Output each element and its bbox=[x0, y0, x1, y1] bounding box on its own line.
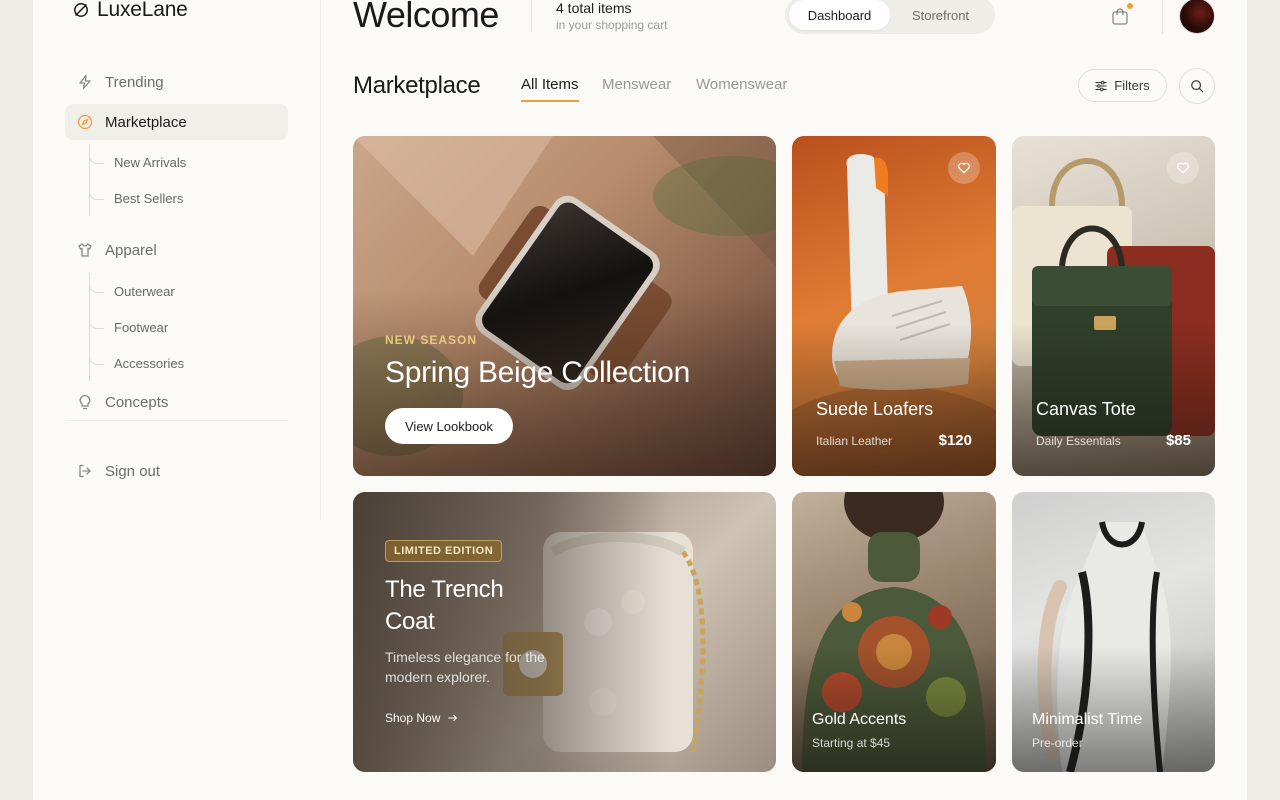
logo[interactable]: LuxeLane bbox=[73, 0, 188, 22]
shopping-bag-icon bbox=[1112, 8, 1128, 25]
feature-description-line1: Timeless elegance for the bbox=[385, 649, 545, 665]
hero-title: Spring Beige Collection bbox=[385, 356, 690, 389]
sidebar-subitem-accessories[interactable]: Accessories bbox=[90, 345, 184, 381]
search-button[interactable] bbox=[1179, 68, 1215, 104]
feature-card-trench-coat[interactable]: LIMITED EDITION The Trench Coat Timeless… bbox=[353, 492, 776, 772]
favorite-button[interactable] bbox=[1167, 152, 1199, 184]
card-overlay bbox=[1012, 136, 1215, 476]
product-name: Minimalist Time bbox=[1032, 711, 1143, 728]
apparel-submenu: Outerwear Footwear Accessories bbox=[89, 273, 184, 381]
product-subtitle: Italian Leather bbox=[816, 434, 893, 448]
heart-icon bbox=[958, 162, 970, 174]
tab-menswear[interactable]: Menswear bbox=[602, 76, 671, 100]
sidebar-item-label: Marketplace bbox=[105, 113, 187, 131]
lightning-icon bbox=[79, 74, 91, 90]
hero-eyebrow: NEW SEASON bbox=[385, 333, 478, 347]
product-card-canvas-tote[interactable]: Canvas Tote Daily Essentials $85 bbox=[1012, 136, 1215, 476]
feature-title-line2: Coat bbox=[385, 608, 435, 635]
product-card-minimalist-time[interactable]: Minimalist Time Pre-order bbox=[1012, 492, 1215, 772]
cart-count: 4 total items bbox=[556, 0, 632, 16]
sidebar-item-label: Concepts bbox=[105, 393, 169, 411]
sidebar-subitem-new-arrivals[interactable]: New Arrivals bbox=[90, 144, 186, 180]
sidebar-subitem-footwear[interactable]: Footwear bbox=[90, 309, 184, 345]
sidebar-divider bbox=[65, 420, 288, 421]
product-price: $120 bbox=[938, 432, 972, 449]
tab-womenswear[interactable]: Womenswear bbox=[696, 76, 787, 100]
marketplace-submenu: New Arrivals Best Sellers bbox=[89, 144, 186, 216]
limited-edition-badge: LIMITED EDITION bbox=[385, 540, 503, 562]
product-name: Gold Accents bbox=[812, 711, 907, 728]
compass-icon bbox=[77, 114, 93, 130]
sign-out-label: Sign out bbox=[105, 462, 161, 480]
product-card-gold-accents[interactable]: Gold Accents Starting at $45 bbox=[792, 492, 996, 772]
sidebar-item-marketplace[interactable]: Marketplace bbox=[65, 104, 288, 140]
sidebar-item-trending[interactable]: Trending bbox=[65, 64, 288, 100]
sign-out-button[interactable]: Sign out bbox=[65, 453, 288, 489]
card-overlay bbox=[792, 136, 996, 476]
sign-out-icon bbox=[79, 464, 91, 478]
avatar[interactable] bbox=[1179, 0, 1215, 34]
view-lookbook-button[interactable]: View Lookbook bbox=[385, 408, 513, 444]
sidebar-item-concepts[interactable]: Concepts bbox=[65, 384, 288, 420]
app-name: LuxeLane bbox=[97, 0, 188, 21]
tab-storefront[interactable]: Storefront bbox=[890, 0, 991, 30]
product-name: Canvas Tote bbox=[1036, 399, 1136, 419]
product-subtitle: Starting at $45 bbox=[812, 736, 891, 750]
lightbulb-icon bbox=[79, 395, 91, 410]
section-title: Marketplace bbox=[353, 72, 481, 99]
shop-now-link[interactable]: Shop Now bbox=[385, 711, 458, 725]
app-window: LuxeLane Trending Marketplace New Arriva… bbox=[33, 0, 1247, 800]
product-subtitle: Daily Essentials bbox=[1036, 434, 1121, 448]
cart-notification-dot bbox=[1127, 3, 1133, 9]
shirt-icon bbox=[78, 243, 92, 257]
sliders-icon bbox=[1095, 80, 1107, 91]
logo-icon bbox=[74, 3, 88, 17]
tab-all-items[interactable]: All Items bbox=[521, 76, 579, 102]
arrow-right-icon bbox=[448, 714, 458, 722]
sidebar-item-apparel[interactable]: Apparel bbox=[65, 232, 288, 268]
header-divider bbox=[531, 0, 532, 32]
sidebar-item-label: Trending bbox=[105, 73, 164, 91]
search-icon bbox=[1191, 80, 1204, 93]
feature-description-line2: modern explorer. bbox=[385, 669, 491, 685]
sidebar-item-label: Apparel bbox=[105, 241, 157, 259]
view-switcher: Dashboard Storefront bbox=[785, 0, 995, 34]
product-card-suede-loafers[interactable]: Suede Loafers Italian Leather $120 bbox=[792, 136, 996, 476]
heart-icon bbox=[1177, 162, 1189, 174]
card-overlay bbox=[792, 492, 996, 772]
feature-title-line1: The Trench bbox=[385, 576, 504, 603]
cart-button[interactable] bbox=[1110, 3, 1133, 26]
tab-dashboard[interactable]: Dashboard bbox=[789, 0, 890, 30]
card-overlay bbox=[1012, 492, 1215, 772]
product-subtitle: Pre-order bbox=[1032, 736, 1083, 750]
header-divider bbox=[1162, 0, 1163, 34]
shop-now-label: Shop Now bbox=[385, 711, 441, 725]
sidebar: LuxeLane Trending Marketplace New Arriva… bbox=[33, 0, 321, 520]
cart-subtitle: in your shopping cart bbox=[556, 18, 668, 32]
sidebar-subitem-best-sellers[interactable]: Best Sellers bbox=[90, 180, 186, 216]
product-name: Suede Loafers bbox=[816, 399, 934, 419]
page-title: Welcome bbox=[353, 0, 499, 35]
filters-button[interactable]: Filters bbox=[1078, 69, 1167, 102]
filters-label: Filters bbox=[1114, 78, 1150, 93]
product-price: $85 bbox=[1165, 432, 1191, 449]
sidebar-subitem-outerwear[interactable]: Outerwear bbox=[90, 273, 184, 309]
hero-card-spring-beige[interactable]: NEW SEASON Spring Beige Collection View … bbox=[353, 136, 776, 476]
favorite-button[interactable] bbox=[948, 152, 980, 184]
